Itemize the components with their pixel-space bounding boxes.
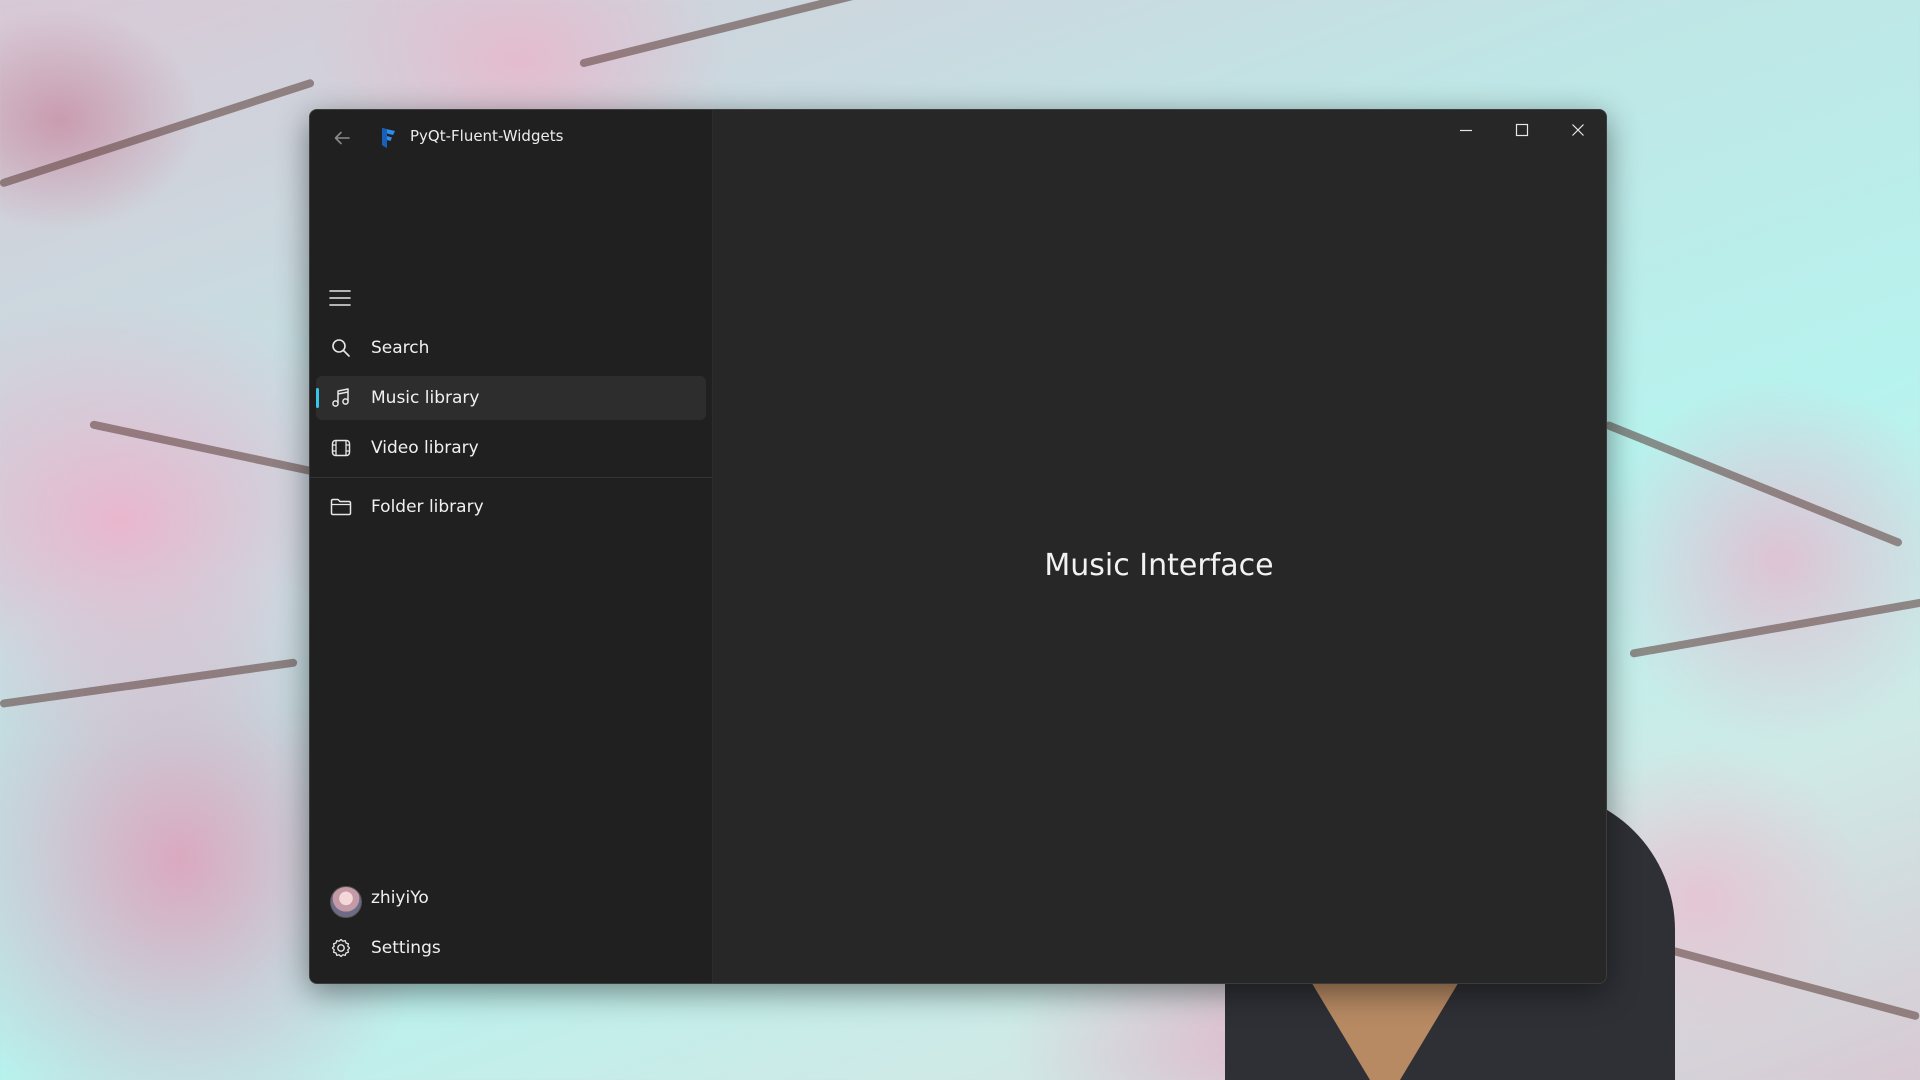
selection-indicator <box>316 388 319 408</box>
page-title: Music Interface <box>1044 548 1274 583</box>
music-note-icon <box>330 387 352 409</box>
back-button[interactable] <box>322 120 362 156</box>
title-bar: PyQt-Fluent-Widgets <box>310 110 712 166</box>
nav-item-label: Video library <box>371 438 479 458</box>
nav-item-folder-library[interactable]: Folder library <box>316 485 706 529</box>
app-logo-icon <box>379 126 399 150</box>
nav-item-label: Music library <box>371 388 480 408</box>
minimize-button[interactable] <box>1438 110 1494 150</box>
account-name: zhiyiYo <box>371 888 429 908</box>
maximize-button[interactable] <box>1494 110 1550 150</box>
close-button[interactable] <box>1550 110 1606 150</box>
window-controls <box>1438 110 1606 150</box>
folder-icon <box>330 496 352 518</box>
nav-item-video-library[interactable]: Video library <box>316 426 706 470</box>
nav-item-label: Search <box>371 338 430 358</box>
nav-item-account[interactable]: zhiyiYo <box>316 876 706 920</box>
nav-item-label: Folder library <box>371 497 484 517</box>
nav-item-music-library[interactable]: Music library <box>316 376 706 420</box>
minimize-icon <box>1459 123 1473 137</box>
search-icon <box>330 337 352 359</box>
hamburger-menu-icon <box>329 289 351 307</box>
nav-item-search[interactable]: Search <box>316 326 706 370</box>
back-arrow-icon <box>333 129 351 147</box>
nav-item-label: Settings <box>371 938 441 958</box>
menu-button[interactable] <box>316 278 364 318</box>
gear-icon <box>330 937 352 959</box>
window-title: PyQt-Fluent-Widgets <box>410 127 564 145</box>
film-icon <box>330 437 352 459</box>
close-icon <box>1571 123 1585 137</box>
nav-separator <box>310 477 712 478</box>
maximize-icon <box>1515 123 1529 137</box>
app-window: PyQt-Fluent-Widgets Search Music library… <box>309 109 1607 984</box>
nav-item-settings[interactable]: Settings <box>316 926 706 970</box>
avatar <box>330 886 362 918</box>
navigation-pane: PyQt-Fluent-Widgets Search Music library… <box>310 110 713 983</box>
